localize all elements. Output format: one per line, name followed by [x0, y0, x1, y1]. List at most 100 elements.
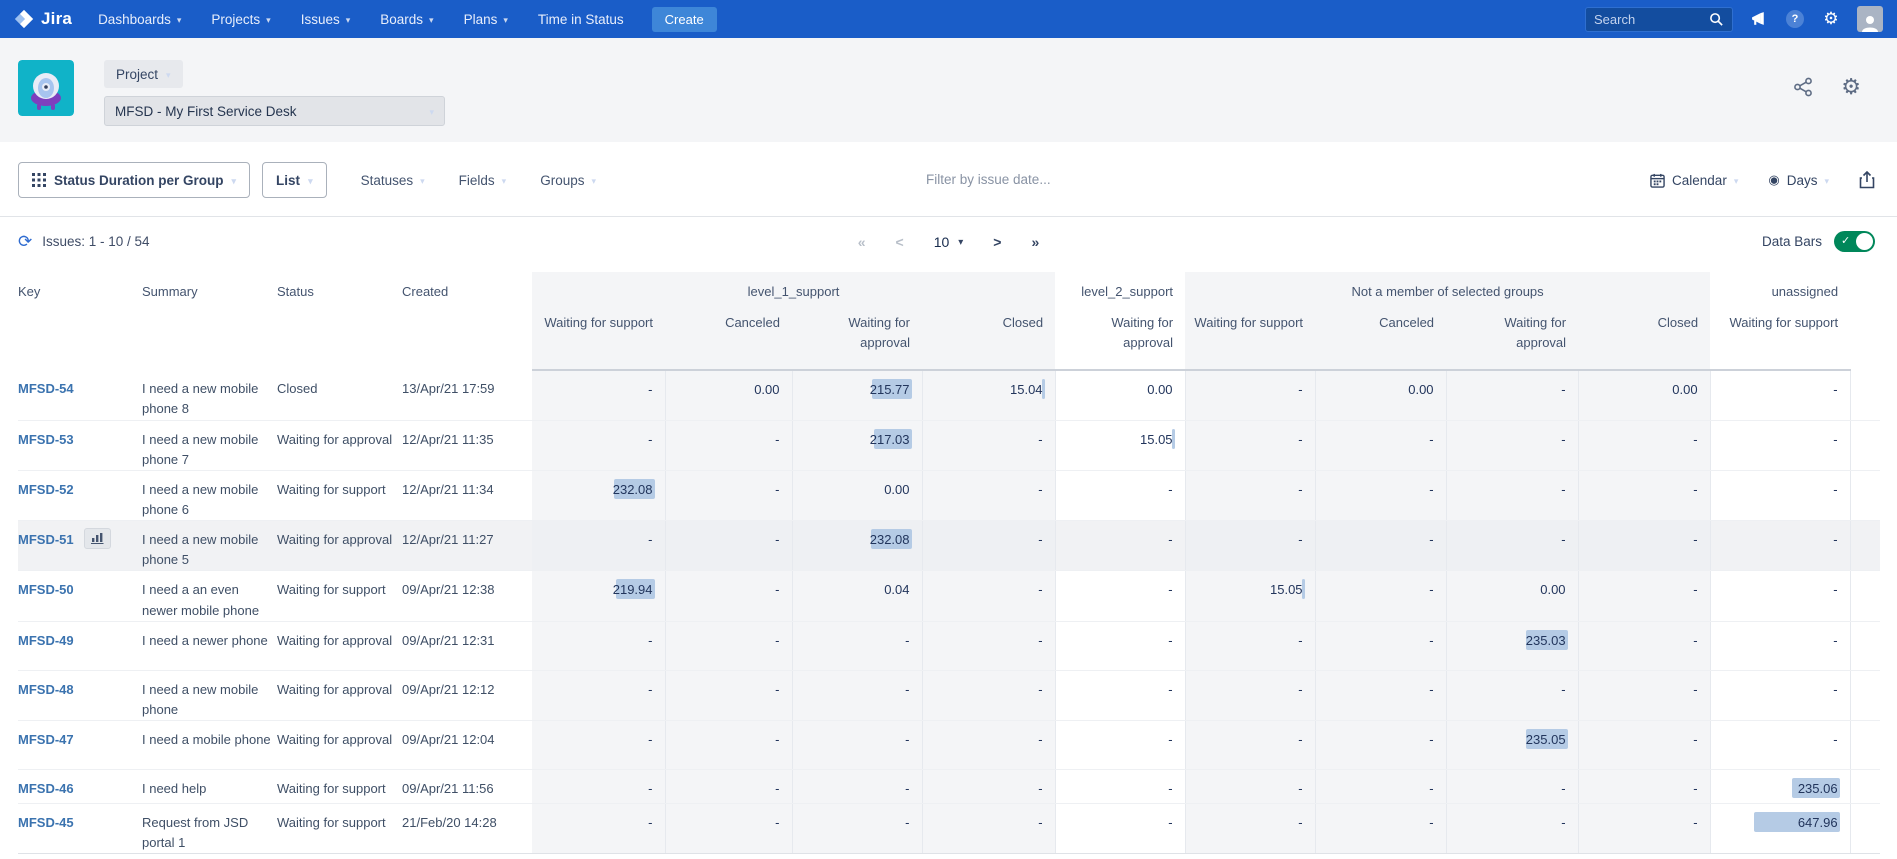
duration-cell: - [1710, 571, 1850, 621]
duration-cell: - [1185, 769, 1315, 803]
issue-status-cell: Waiting for support [277, 571, 402, 621]
chevron-down-icon: ▾ [429, 107, 434, 118]
project-select[interactable]: MFSD - My First Service Desk ▾ [104, 96, 445, 126]
spacer [1850, 470, 1880, 520]
jira-logo[interactable]: Jira [14, 9, 72, 29]
duration-value: - [775, 732, 779, 747]
duration-cell: - [532, 521, 665, 571]
nav-item-label: Dashboards [98, 12, 171, 27]
column-header-label: Waiting for approval [1089, 313, 1173, 353]
nav-item-dashboards[interactable]: Dashboards▾ [98, 12, 181, 27]
duration-value: 219.94 [613, 582, 653, 597]
calendar-dropdown[interactable]: Calendar ▾ [1650, 173, 1738, 188]
menu-statuses[interactable]: Statuses▾ [361, 173, 425, 188]
unit-icon: ◉ [1768, 172, 1779, 188]
issue-key-cell: MFSD-48 [18, 670, 142, 720]
duration-cell: - [1446, 521, 1578, 571]
duration-cell: - [665, 571, 792, 621]
duration-value: - [1693, 682, 1697, 697]
duration-cell: - [792, 720, 922, 769]
create-button[interactable]: Create [652, 7, 717, 32]
duration-cell: - [665, 769, 792, 803]
duration-value: - [1429, 815, 1433, 830]
search-icon[interactable] [1709, 12, 1724, 27]
chevron-down-icon: ▾ [591, 176, 596, 187]
duration-value: - [1038, 682, 1042, 697]
page-size-dropdown[interactable]: 10 ▾ [934, 234, 964, 250]
menu-groups[interactable]: Groups▾ [540, 173, 596, 188]
duration-cell: 0.00 [1055, 370, 1185, 420]
issue-key-link[interactable]: MFSD-54 [18, 379, 74, 399]
issue-key-link[interactable]: MFSD-52 [18, 480, 74, 500]
refresh-icon[interactable]: ⟳ [18, 233, 32, 250]
duration-value: - [648, 732, 652, 747]
issue-key-link[interactable]: MFSD-53 [18, 430, 74, 450]
column-header-label: Waiting for support [1194, 315, 1303, 330]
menu-fields[interactable]: Fields▾ [459, 173, 507, 188]
issue-key-link[interactable]: MFSD-45 [18, 813, 74, 833]
issue-summary-cell: I need a new mobile phone [142, 670, 277, 720]
issue-date-filter-input[interactable] [926, 172, 1226, 187]
duration-value: - [1038, 633, 1042, 648]
issue-status-cell: Waiting for approval [277, 720, 402, 769]
group-header-level-2-support: level_2_support [1055, 272, 1185, 299]
spacer [1850, 670, 1880, 720]
duration-cell: - [922, 470, 1055, 520]
duration-value: - [1429, 732, 1433, 747]
duration-value: - [648, 532, 652, 547]
report-type-dropdown[interactable]: Status Duration per Group ▾ [18, 162, 250, 198]
nav-item-plans[interactable]: Plans▾ [464, 12, 508, 27]
share-icon[interactable] [1793, 77, 1813, 97]
duration-cell: - [1446, 769, 1578, 803]
duration-cell: - [1710, 370, 1850, 420]
duration-cell: 0.00 [1578, 370, 1710, 420]
view-mode-dropdown[interactable]: List ▾ [262, 162, 327, 198]
nav-item-label: Plans [464, 12, 498, 27]
nav-item-projects[interactable]: Projects▾ [211, 12, 270, 27]
nav-item-issues[interactable]: Issues▾ [301, 12, 351, 27]
user-avatar[interactable] [1857, 6, 1883, 32]
export-icon[interactable] [1859, 171, 1875, 189]
issue-key-link[interactable]: MFSD-48 [18, 680, 74, 700]
issue-key-link[interactable]: MFSD-47 [18, 730, 74, 750]
table-row: MFSD-47I need a mobile phoneWaiting for … [18, 720, 1880, 769]
duration-value: - [1561, 532, 1565, 547]
duration-cell: - [1710, 470, 1850, 520]
time-unit-dropdown[interactable]: ◉ Days ▾ [1768, 172, 1829, 188]
nav-item-time-in-status[interactable]: Time in Status [538, 12, 624, 27]
duration-cell: - [665, 670, 792, 720]
next-page-button[interactable]: > [993, 234, 1001, 250]
search-box[interactable] [1585, 7, 1733, 32]
duration-value: 235.05 [1526, 732, 1566, 747]
duration-cell: - [1055, 470, 1185, 520]
duration-value: - [1833, 482, 1837, 497]
announcements-icon[interactable] [1749, 9, 1769, 29]
nav-right: ? ⚙ [1585, 6, 1883, 32]
duration-cell: - [1446, 670, 1578, 720]
duration-value: - [1298, 482, 1302, 497]
duration-value: - [1298, 732, 1302, 747]
page-settings-icon[interactable]: ⚙ [1841, 74, 1861, 100]
prev-page-button[interactable]: < [896, 234, 904, 250]
duration-value: - [1693, 633, 1697, 648]
duration-cell: - [532, 803, 665, 853]
issue-key-link[interactable]: MFSD-50 [18, 580, 74, 600]
duration-cell: - [1578, 420, 1710, 470]
nav-item-boards[interactable]: Boards▾ [380, 12, 433, 27]
chart-icon-button[interactable] [84, 528, 111, 549]
first-page-button[interactable]: « [858, 234, 866, 250]
help-icon[interactable]: ? [1785, 9, 1805, 29]
search-input[interactable] [1594, 12, 1709, 27]
duration-cell: - [1185, 521, 1315, 571]
nav-item-label: Projects [211, 12, 260, 27]
last-page-button[interactable]: » [1031, 234, 1039, 250]
settings-icon[interactable]: ⚙ [1821, 9, 1841, 29]
issue-key-link[interactable]: MFSD-46 [18, 779, 74, 799]
data-bars-toggle[interactable]: ✓ [1834, 231, 1875, 252]
duration-value: - [648, 815, 652, 830]
issue-key-link[interactable]: MFSD-49 [18, 631, 74, 651]
duration-cell: - [532, 769, 665, 803]
duration-cell: 15.05 [1055, 420, 1185, 470]
issue-key-link[interactable]: MFSD-51 [18, 530, 74, 550]
project-scope-dropdown[interactable]: Project ▾ [104, 60, 183, 88]
